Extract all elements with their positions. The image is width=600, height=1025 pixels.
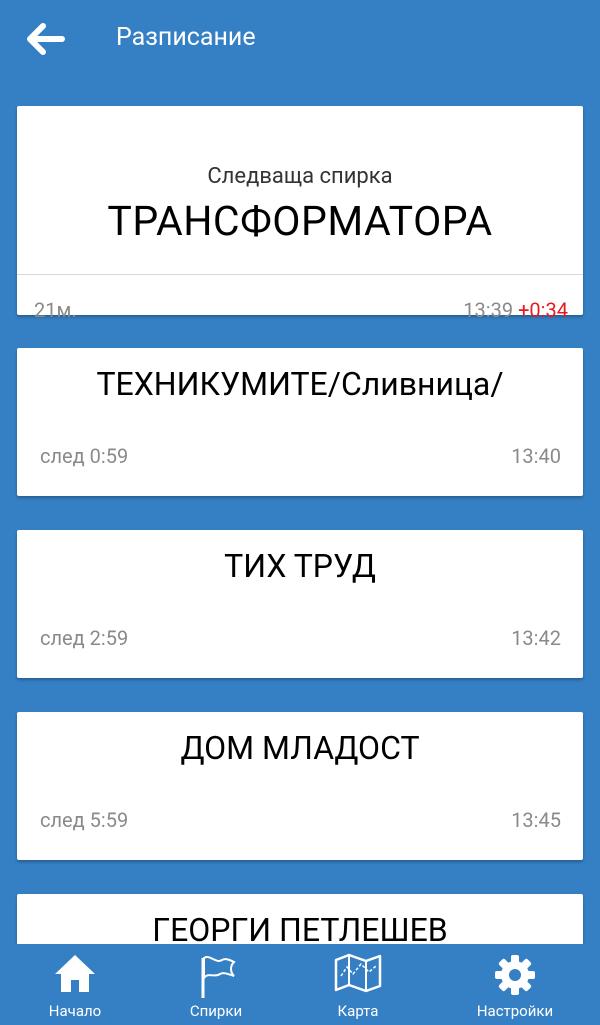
- next-stop-eta: 21м.: [34, 298, 77, 322]
- next-stop-time: 13:39: [463, 298, 514, 322]
- app-bar: Разписание: [0, 0, 600, 78]
- stop-arrival-time: 13:42: [511, 626, 561, 650]
- stop-card[interactable]: ТИХ ТРУД след 2:59 13:42: [17, 530, 583, 678]
- nav-settings-label: Настройки: [476, 1002, 554, 1020]
- stop-name: ТЕХНИКУМИТЕ/Сливница/: [96, 365, 504, 403]
- stop-time-until: след 0:59: [40, 444, 129, 468]
- next-stop-time-row: 13:39 +0:34: [463, 296, 568, 324]
- stop-name: ТИХ ТРУД: [224, 547, 376, 585]
- stop-arrival-time: 13:40: [511, 444, 561, 468]
- nav-home-label: Начало: [48, 1002, 102, 1020]
- gear-icon: [495, 955, 535, 995]
- nav-map[interactable]: Карта: [283, 944, 433, 1025]
- next-stop-card[interactable]: Следваща спирка ТРАНСФОРМАТОРА 21м. 13:3…: [17, 106, 583, 322]
- stop-card[interactable]: ТЕХНИКУМИТЕ/Сливница/ след 0:59 13:40: [17, 348, 583, 496]
- stop-card[interactable]: ГЕОРГИ ПЕТЛЕШЕВ: [17, 894, 583, 944]
- back-button[interactable]: [22, 20, 68, 58]
- nav-map-label: Карта: [337, 1002, 379, 1020]
- stop-arrival-time: 13:45: [511, 808, 561, 832]
- divider: [17, 274, 583, 275]
- bottom-navigation: Начало Спирки Карта Настройки: [0, 944, 600, 1025]
- map-icon: [334, 953, 382, 993]
- nav-home[interactable]: Начало: [0, 944, 150, 1025]
- nav-stops-label: Спирки: [189, 1002, 243, 1020]
- flag-icon: [201, 956, 236, 998]
- schedule-list[interactable]: Следваща спирка ТРАНСФОРМАТОРА 21м. 13:3…: [0, 78, 600, 944]
- stop-name: ДОМ МЛАДОСТ: [180, 729, 420, 767]
- nav-stops[interactable]: Спирки: [141, 944, 291, 1025]
- next-stop-delay: +0:34: [518, 298, 568, 322]
- stop-card[interactable]: ДОМ МЛАДОСТ след 5:59 13:45: [17, 712, 583, 860]
- next-stop-name: ТРАНСФОРМАТОРА: [107, 198, 493, 246]
- stop-time-until: след 5:59: [40, 808, 129, 832]
- page-title: Разписание: [116, 23, 256, 52]
- stop-name: ГЕОРГИ ПЕТЛЕШЕВ: [152, 911, 448, 944]
- next-stop-label: Следваща спирка: [207, 164, 393, 189]
- home-icon: [55, 955, 95, 992]
- arrow-left-icon: [27, 23, 65, 55]
- stop-time-until: след 2:59: [40, 626, 129, 650]
- nav-settings[interactable]: Настройки: [440, 944, 590, 1025]
